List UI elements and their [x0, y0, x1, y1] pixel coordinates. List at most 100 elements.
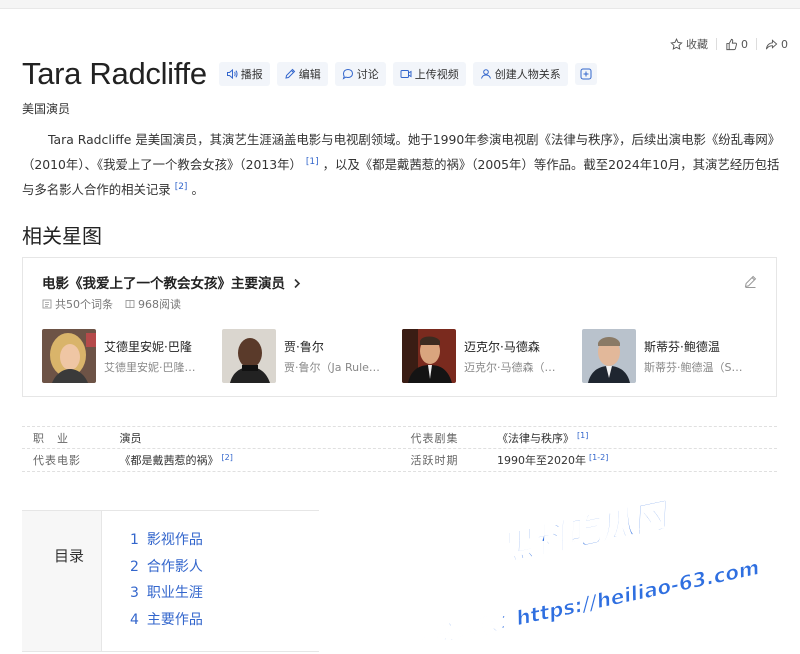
page-actions: 收藏 0 0 [662, 36, 796, 52]
toc-number: 3 [130, 585, 139, 601]
reference-link[interactable]: [2] [219, 453, 233, 462]
toc-number: 2 [130, 558, 139, 575]
avatar [402, 329, 456, 383]
edit-label: 编辑 [298, 68, 321, 81]
title-row: Tara Radcliffe 播报 编辑 讨论 上传视频 创建人物关系 [22, 56, 604, 92]
toc-number: 4 [130, 611, 139, 628]
watermark-url: 看完整版：https://heiliao-63.com [416, 555, 761, 640]
info-label: 职 业 [33, 431, 69, 445]
read-count-text: 968阅读 [138, 298, 181, 311]
reference-link[interactable]: [1-2] [586, 453, 608, 462]
toc-item[interactable]: 4 主要作品 [130, 607, 203, 634]
info-label: 活跃时期 [410, 454, 459, 467]
watermark: 黑料吃瓜网 看完整版：https://heiliao-63.com [416, 494, 762, 640]
toc-item[interactable]: 2 合作影人 [130, 554, 203, 581]
reference-link[interactable]: [2] [171, 182, 192, 192]
share-button[interactable]: 0 [757, 38, 796, 51]
discuss-button[interactable]: 讨论 [334, 62, 386, 86]
plus-icon [580, 68, 592, 80]
person-item[interactable]: 艾德里安妮·巴隆 艾德里安妮·巴隆… [42, 329, 222, 383]
person-item[interactable]: 迈克尔·马德森 迈克尔·马德森（M… [402, 329, 582, 383]
person-name: 迈克尔·马德森 [464, 339, 540, 354]
person-name: 贾·鲁尔 [284, 339, 324, 354]
info-value-text[interactable]: 《法律与秩序》 [497, 432, 574, 445]
info-value-text[interactable]: 《都是戴茜惹的祸》 [120, 454, 219, 467]
chevron-right-icon [294, 278, 300, 289]
people-list: 艾德里安妮·巴隆 艾德里安妮·巴隆… 贾·鲁尔 贾·鲁尔（Ja Rule… 迈克… [42, 329, 762, 383]
reference-link[interactable]: [1] [574, 431, 588, 440]
like-count: 0 [741, 37, 748, 51]
person-info: 艾德里安妮·巴隆 艾德里安妮·巴隆… [104, 338, 204, 375]
read-count: 968阅读 [125, 296, 181, 312]
edit-button[interactable]: 编辑 [276, 62, 328, 86]
upload-video-button[interactable]: 上传视频 [392, 62, 466, 86]
like-button[interactable]: 0 [717, 38, 756, 51]
person-subtitle: 贾·鲁尔（Ja Rule… [284, 360, 380, 374]
share-count: 0 [781, 37, 788, 51]
toc-number: 1 [130, 532, 139, 548]
toc-item[interactable]: 3 职业生涯 [130, 580, 203, 607]
book-icon [125, 300, 135, 308]
list-icon [42, 299, 52, 309]
info-label: 代表剧集 [410, 431, 459, 445]
toc-label: 主要作品 [146, 611, 203, 628]
card-title[interactable]: 电影《我爱上了一个教会女孩》主要演员 [42, 272, 302, 292]
toc-header: 目录 [22, 511, 102, 651]
reference-link[interactable]: [1] [302, 157, 323, 167]
section-heading: 相关星图 [22, 224, 102, 248]
person-item[interactable]: 斯蒂芬·鲍德温 斯蒂芬·鲍德温（S… [582, 329, 762, 383]
toc-label: 影视作品 [146, 532, 203, 548]
create-relation-label: 创建人物关系 [494, 68, 561, 81]
person-info: 斯蒂芬·鲍德温 斯蒂芬·鲍德温（S… [644, 338, 744, 375]
broadcast-button[interactable]: 播报 [218, 62, 270, 86]
person-info: 迈克尔·马德森 迈克尔·马德森（M… [464, 338, 564, 375]
broadcast-label: 播报 [240, 68, 263, 81]
chat-bubble-icon [342, 68, 353, 80]
card-title-text: 电影《我爱上了一个教会女孩》主要演员 [42, 276, 285, 292]
entry-count: 共50个词条 [42, 296, 113, 312]
person-info: 贾·鲁尔 贾·鲁尔（Ja Rule… [284, 338, 384, 375]
person-subtitle: 斯蒂芬·鲍德温（S… [644, 360, 743, 374]
relation-icon [480, 69, 491, 79]
speaker-icon [226, 68, 238, 80]
add-button[interactable] [574, 63, 597, 85]
person-item[interactable]: 贾·鲁尔 贾·鲁尔（Ja Rule… [222, 329, 402, 383]
info-value: 演员 [120, 430, 400, 446]
info-value: 《法律与秩序》 [1] [497, 430, 777, 446]
table-of-contents: 目录 1 影视作品 2 合作影人 3 职业生涯 4 主要作品 [22, 510, 319, 652]
toc-list: 1 影视作品 2 合作影人 3 职业生涯 4 主要作品 [130, 527, 203, 633]
toc-title: 目录 [54, 547, 85, 565]
collect-label: 收藏 [686, 38, 708, 51]
share-icon [765, 38, 778, 49]
discuss-label: 讨论 [356, 68, 379, 81]
pencil-icon [285, 68, 295, 79]
summary-paragraph: Tara Radcliffe 是美国演员，其演艺生涯涵盖电影与电视剧领域。她于1… [22, 128, 782, 201]
info-value: 1990年至2020年 [1-2] [497, 452, 777, 468]
info-box: 职 业 演员 代表剧集 《法律与秩序》 [1] 代表电影 《都是戴茜惹的祸》 [2]… [22, 426, 777, 472]
person-subtitle: 迈克尔·马德森（M… [464, 360, 564, 374]
upload-video-label: 上传视频 [414, 68, 459, 81]
info-value-text: 1990年至2020年 [497, 454, 587, 467]
toc-item[interactable]: 1 影视作品 [130, 527, 203, 554]
video-icon [400, 70, 412, 78]
info-row: 职 业 演员 代表剧集 《法律与秩序》 [1] [22, 426, 777, 449]
page-title: Tara Radcliffe [22, 56, 207, 91]
subtitle: 美国演员 [22, 102, 71, 116]
entry-count-text: 共50个词条 [55, 298, 113, 311]
info-row: 代表电影 《都是戴茜惹的祸》 [2] 活跃时期 1990年至2020年 [1-2] [22, 449, 777, 472]
person-name: 艾德里安妮·巴隆 [104, 339, 192, 354]
summary-text-3: 。 [191, 182, 204, 197]
pencil-icon[interactable] [743, 274, 758, 289]
card-meta: 共50个词条 968阅读 [42, 296, 181, 312]
avatar [582, 329, 636, 383]
create-relation-button[interactable]: 创建人物关系 [472, 62, 568, 86]
info-label: 代表电影 [33, 454, 81, 467]
avatar [42, 329, 96, 383]
avatar [222, 329, 276, 383]
info-value: 《都是戴茜惹的祸》 [2] [120, 452, 400, 468]
star-icon [670, 37, 683, 50]
collect-button[interactable]: 收藏 [662, 36, 716, 52]
thumbs-up-icon [726, 38, 738, 50]
info-value-text: 演员 [119, 431, 142, 445]
person-subtitle: 艾德里安妮·巴隆… [104, 360, 196, 374]
